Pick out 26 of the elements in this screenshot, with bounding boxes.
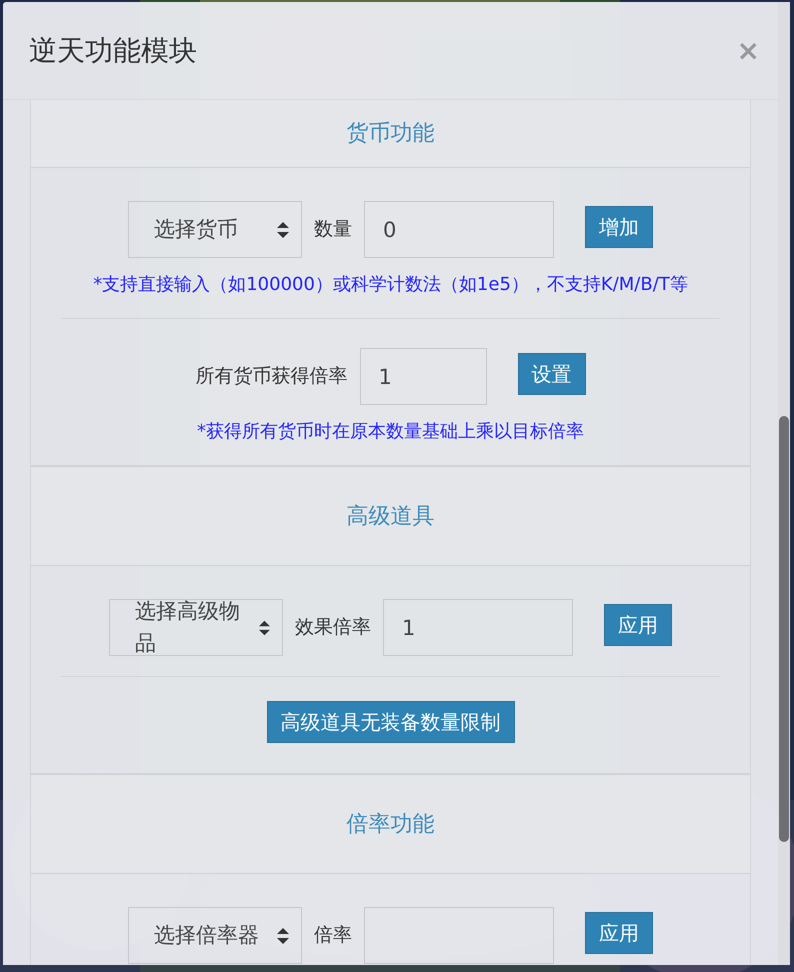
hint-text: *支持直接输入（如100000）或科学计数法（如1e5），不支持K/M/B/T等 — [93, 273, 688, 297]
field-label: 倍率 — [314, 923, 352, 948]
input-field[interactable]: 1 — [360, 348, 486, 405]
hint-text: *获得所有货币时在原本数量基础上乘以目标倍率 — [197, 420, 584, 444]
sort-icon — [277, 928, 289, 944]
select-field[interactable]: 选择高级物品 — [109, 599, 283, 656]
action-button[interactable]: 高级道具无装备数量限制 — [266, 701, 514, 743]
select-field[interactable]: 选择倍率器 — [128, 907, 302, 964]
section-title: 货币功能 — [346, 120, 434, 148]
section-title: 高级道具 — [346, 502, 434, 530]
action-button[interactable]: 应用 — [585, 912, 653, 954]
section-title: 倍率功能 — [346, 810, 434, 838]
scrollbar[interactable] — [778, 2, 790, 965]
modal-title: 逆天功能模块 — [29, 34, 197, 68]
input-field[interactable]: 1 — [383, 599, 573, 656]
action-button[interactable]: 应用 — [604, 604, 672, 646]
action-button[interactable]: 增加 — [585, 206, 653, 248]
field-label: 效果倍率 — [295, 615, 371, 640]
field-label: 所有货币获得倍率 — [196, 364, 348, 389]
sort-icon — [277, 222, 289, 238]
select-field[interactable]: 选择货币 — [128, 201, 302, 258]
input-field[interactable]: 0 — [364, 201, 554, 258]
sort-icon — [259, 620, 270, 636]
field-label: 数量 — [314, 217, 352, 242]
input-field[interactable] — [364, 907, 554, 964]
action-button[interactable]: 设置 — [518, 353, 586, 395]
